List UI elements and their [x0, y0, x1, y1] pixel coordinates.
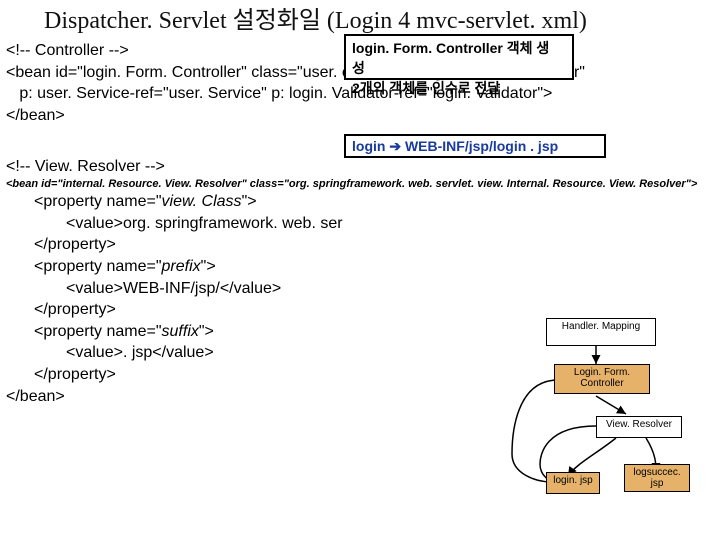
box-view-resolver: View. Resolver	[596, 416, 682, 438]
box-handler-mapping: Handler. Mapping	[546, 318, 656, 346]
box-login-form-controller: Login. Form. Controller	[554, 364, 650, 394]
code-line: </property>	[6, 234, 714, 256]
code-line: </bean>	[6, 107, 65, 124]
box-login-jsp: login. jsp	[546, 472, 600, 494]
code-line: <!-- Controller -->	[6, 42, 129, 59]
callout-controller-object: login. Form. Controller 객체 생 성 2개의 객체를 인…	[344, 34, 574, 80]
code-line: <property name="view. Class">	[6, 191, 714, 213]
bean-definition: <bean id="internal. Resource. View. Reso…	[0, 178, 720, 191]
box-logsuccess-jsp: logsuccec. jsp	[624, 464, 690, 492]
view-resolver-comment: <!-- View. Resolver -->	[0, 156, 720, 178]
code-line: <property name="prefix">	[6, 256, 714, 278]
code-line: <value>org. springframework. web. ser	[6, 213, 714, 235]
callout-line: 성	[352, 58, 566, 78]
callout-line: login. Form. Controller 객체 생	[352, 38, 566, 58]
flow-diagram: Handler. Mapping Login. Form. Controller…	[506, 304, 716, 534]
callout-login-path: login ➔ WEB-INF/jsp/login . jsp	[344, 134, 606, 158]
code-line: <value>WEB-INF/jsp/</value>	[6, 278, 714, 300]
callout-line: 2개의 객체를 인수로 전달	[352, 78, 566, 98]
